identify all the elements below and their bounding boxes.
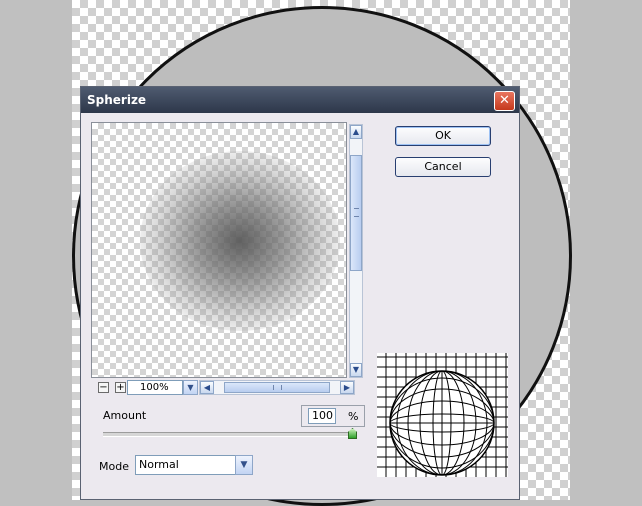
amount-field-group: 100 %: [301, 405, 365, 427]
spherize-dialog: Spherize ✕ ▲ ▼ − + 100% ▼ ◀ ▶ OK Cancel …: [80, 86, 520, 500]
amount-unit: %: [348, 410, 359, 423]
horizontal-scroll-thumb[interactable]: [224, 382, 330, 393]
ok-button[interactable]: OK: [395, 126, 491, 146]
preview-shadow-blob: [140, 151, 340, 331]
dialog-title: Spherize: [87, 93, 147, 107]
cancel-button[interactable]: Cancel: [395, 157, 491, 177]
chevron-down-icon[interactable]: ▼: [235, 455, 253, 475]
amount-input[interactable]: 100: [308, 408, 336, 424]
mode-select[interactable]: Normal: [135, 455, 239, 475]
close-icon[interactable]: ✕: [494, 91, 515, 111]
scroll-down-arrow-icon[interactable]: ▼: [350, 363, 362, 377]
zoom-out-icon[interactable]: −: [98, 382, 109, 393]
scroll-up-arrow-icon[interactable]: ▲: [350, 125, 362, 139]
scroll-right-arrow-icon[interactable]: ▶: [340, 381, 354, 394]
zoom-bar: − + 100% ▼ ◀ ▶: [91, 379, 363, 397]
scroll-left-arrow-icon[interactable]: ◀: [200, 381, 214, 394]
filter-preview[interactable]: [91, 122, 347, 378]
zoom-in-icon[interactable]: +: [115, 382, 126, 393]
sphere-grid-preview: [377, 353, 508, 477]
amount-label: Amount: [103, 409, 147, 422]
mode-label: Mode: [99, 460, 129, 473]
scroll-grip-icon: [273, 385, 282, 390]
chevron-down-icon[interactable]: ▼: [183, 380, 198, 395]
zoom-select[interactable]: 100%: [127, 380, 183, 395]
preview-horizontal-scrollbar[interactable]: ◀ ▶: [199, 380, 355, 395]
amount-slider-track[interactable]: [103, 432, 353, 437]
slider-thumb-icon[interactable]: [348, 428, 357, 439]
preview-vertical-scrollbar[interactable]: ▲ ▼: [349, 124, 363, 378]
vertical-scroll-thumb[interactable]: [350, 155, 362, 271]
scroll-grip-icon: [354, 208, 359, 217]
dialog-title-bar[interactable]: Spherize ✕: [81, 87, 519, 113]
